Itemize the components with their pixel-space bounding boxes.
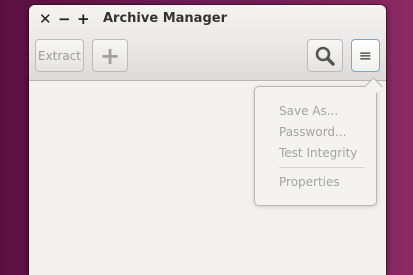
hamburger-menu-icon: ≡	[358, 45, 373, 65]
search-button[interactable]	[307, 39, 343, 72]
menu-item-test-integrity[interactable]: Test Integrity	[279, 146, 357, 160]
menu-separator	[279, 167, 365, 168]
extract-button-label: Extract	[38, 48, 81, 63]
extract-button[interactable]: Extract	[35, 39, 84, 72]
header-bar: ✕ − + Archive Manager Extract + ≡	[29, 5, 386, 81]
menu-item-password[interactable]: Password...	[279, 125, 347, 139]
plus-icon: +	[99, 41, 121, 70]
minimize-window-icon[interactable]: −	[58, 10, 71, 28]
menu-item-save-as[interactable]: Save As...	[279, 104, 338, 118]
add-files-button[interactable]: +	[92, 39, 128, 72]
search-icon	[315, 46, 335, 66]
maximize-window-icon[interactable]: +	[77, 10, 90, 28]
app-menu-button[interactable]: ≡	[351, 39, 380, 72]
menu-item-properties[interactable]: Properties	[279, 175, 340, 189]
close-window-icon[interactable]: ✕	[39, 10, 52, 28]
window-title: Archive Manager	[103, 11, 227, 26]
app-menu-popover: Save As... Password... Test Integrity Pr…	[254, 77, 383, 206]
